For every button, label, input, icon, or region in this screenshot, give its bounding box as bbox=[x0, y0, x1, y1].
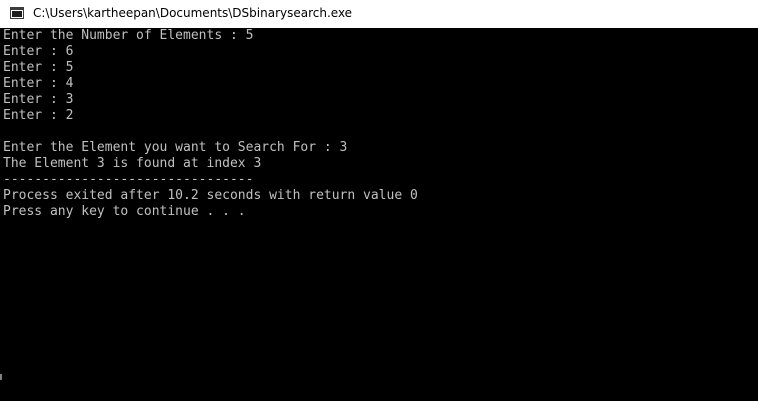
console-line: Enter : 5 bbox=[3, 60, 74, 75]
window-edge-mark bbox=[0, 374, 2, 380]
console-line: Enter the Number of Elements : 5 bbox=[3, 28, 254, 43]
console-output[interactable]: Enter the Number of Elements : 5 Enter :… bbox=[0, 28, 758, 401]
console-line: The Element 3 is found at index 3 bbox=[3, 156, 262, 171]
title-bar[interactable]: C:\Users\kartheepan\Documents\DSbinaryse… bbox=[0, 0, 758, 28]
console-line: Enter : 3 bbox=[3, 92, 74, 107]
console-line: Enter the Element you want to Search For… bbox=[3, 140, 348, 155]
console-line: Process exited after 10.2 seconds with r… bbox=[3, 188, 418, 203]
console-line: Press any key to continue . . . bbox=[3, 204, 246, 219]
console-line: Enter : 4 bbox=[3, 76, 74, 91]
console-separator: -------------------------------- bbox=[3, 172, 254, 187]
console-app-icon bbox=[10, 7, 24, 19]
console-window: C:\Users\kartheepan\Documents\DSbinaryse… bbox=[0, 0, 758, 401]
console-line: Enter : 2 bbox=[3, 108, 74, 123]
console-line: Enter : 6 bbox=[3, 44, 74, 59]
window-title: C:\Users\kartheepan\Documents\DSbinaryse… bbox=[33, 6, 353, 20]
